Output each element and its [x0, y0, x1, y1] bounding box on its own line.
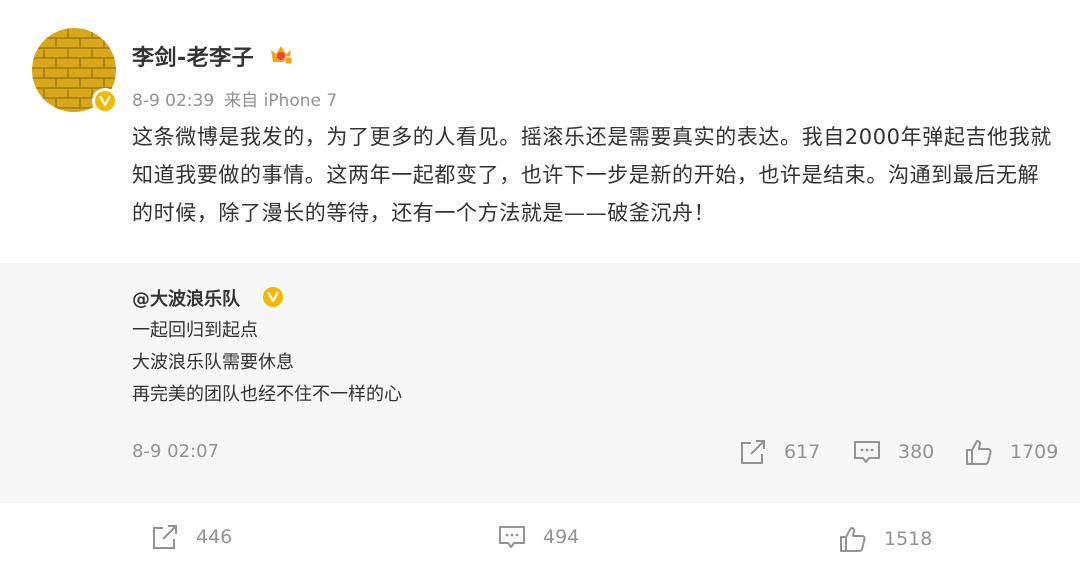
author-name[interactable]: 李剑-老李子 [132, 40, 254, 72]
repost-card[interactable]: @大波浪乐队 一起回归到起点 大波浪乐队需要休息 再完美的团队也经不住不一样的心… [0, 263, 1080, 503]
post-source: 来自 iPhone 7 [224, 91, 338, 111]
action-bar: 446 494 1518 [0, 503, 1080, 572]
repost-button[interactable]: 446 [150, 523, 232, 551]
repost-line: 大波浪乐队需要休息 [132, 352, 294, 373]
post-time: 8-9 02:39 [132, 91, 215, 111]
repost-icon [741, 440, 765, 464]
repost-comment-count: 380 [898, 441, 935, 463]
post-content: 这条微博是我发的，为了更多的人看见。摇滚乐还是需要真实的表达。我自2000年弹起… [132, 125, 1052, 225]
repost-line: 一起回归到起点 [132, 320, 258, 341]
like-button[interactable]: 1518 [838, 525, 932, 553]
comment-icon [854, 441, 880, 463]
thumbs-up-icon [966, 440, 992, 465]
repost-content: 一起回归到起点 大波浪乐队需要休息 再完美的团队也经不住不一样的心 [132, 315, 402, 411]
repost-author[interactable]: @大波浪乐队 [132, 285, 240, 311]
repost-repost-count: 617 [784, 441, 821, 463]
comment-count: 494 [543, 526, 580, 548]
post-meta: 8-9 02:39 来自 iPhone 7 [132, 86, 347, 111]
repost-like-count: 1709 [1010, 441, 1059, 463]
repost-line: 再完美的团队也经不住不一样的心 [132, 384, 402, 405]
post-header: 李剑-老李子 8-9 02:39 来自 iPhone 7 [32, 28, 1052, 118]
repost-time: 8-9 02:07 [132, 441, 219, 462]
thumbs-up-icon [840, 527, 866, 552]
repost-comment-button[interactable]: 380 [852, 438, 934, 466]
comment-button[interactable]: 494 [497, 523, 579, 551]
verified-v-icon [92, 88, 118, 114]
verified-v-icon [263, 287, 283, 307]
repost-icon [153, 525, 177, 549]
repost-count: 446 [196, 526, 233, 548]
like-count: 1518 [884, 528, 933, 550]
repost-repost-button[interactable]: 617 [738, 438, 820, 466]
comment-icon [499, 526, 525, 548]
vip-crown-icon [271, 46, 293, 65]
avatar[interactable] [32, 28, 118, 114]
repost-like-button[interactable]: 1709 [964, 438, 1058, 466]
